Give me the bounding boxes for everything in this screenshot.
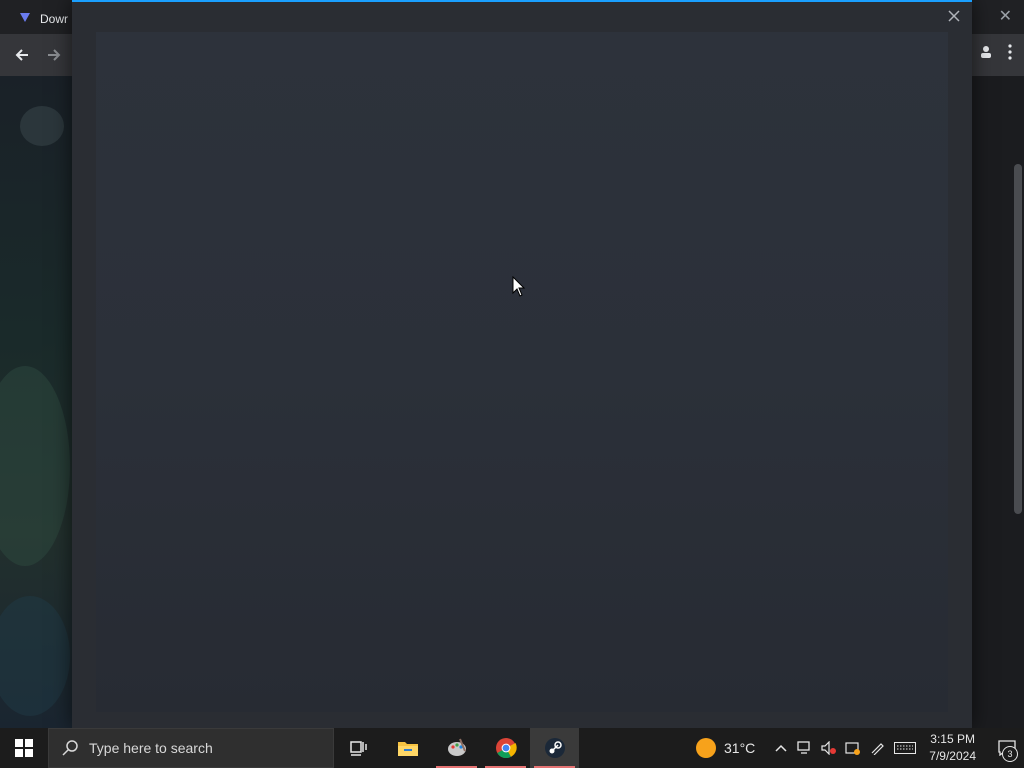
windows-icon [15, 739, 33, 757]
task-view-icon [349, 741, 367, 756]
profile-icon[interactable] [980, 45, 992, 64]
dialog-close-button[interactable] [944, 6, 964, 26]
loading-dialog [72, 0, 972, 728]
system-tray: 31°C 3:15 PM 7/9/2024 3 [696, 728, 1024, 768]
security-alert-icon[interactable] [845, 740, 861, 756]
tray-icons [773, 740, 917, 756]
mouse-cursor-icon [512, 275, 526, 303]
taskbar-search-box[interactable]: Type here to search [48, 728, 334, 768]
back-button[interactable] [10, 43, 34, 67]
keyboard-icon[interactable] [893, 740, 917, 756]
steam-button[interactable] [530, 728, 579, 768]
notification-count: 3 [1002, 746, 1018, 762]
arrow-left-icon [15, 49, 28, 61]
notification-center-button[interactable]: 3 [990, 728, 1024, 768]
pen-icon[interactable] [869, 740, 885, 756]
folder-icon [397, 742, 418, 756]
menu-kebab-icon[interactable] [1008, 44, 1012, 65]
chrome-icon [495, 738, 517, 759]
clock-date: 7/9/2024 [929, 749, 976, 763]
steam-deck-icon [18, 10, 32, 29]
steam-icon [544, 738, 565, 758]
paint-app-button[interactable] [432, 728, 481, 768]
palette-icon [447, 738, 466, 756]
weather-temperature: 31°C [724, 740, 756, 756]
dialog-content-area [96, 32, 948, 712]
search-placeholder: Type here to search [89, 740, 213, 756]
weather-widget[interactable]: 31°C [696, 738, 755, 758]
page-scrollbar[interactable] [1014, 164, 1022, 514]
start-button[interactable] [0, 728, 48, 768]
network-icon[interactable] [797, 740, 813, 756]
volume-muted-icon[interactable] [821, 740, 837, 756]
taskbar-clock[interactable]: 3:15 PM 7/9/2024 [929, 731, 976, 765]
window-close-icon[interactable]: ✕ [999, 6, 1012, 26]
sun-icon [696, 738, 716, 758]
arrow-right-icon [48, 49, 61, 61]
dialog-accent-bar [72, 0, 972, 2]
chrome-button[interactable] [481, 728, 530, 768]
tab-title: Dowr [40, 12, 69, 26]
search-icon [62, 740, 78, 756]
forward-button[interactable] [42, 43, 66, 67]
close-icon [948, 10, 960, 22]
clock-time: 3:15 PM [930, 732, 975, 746]
taskbar: Type here to search 31°C 3:15 PM 7/9/202… [0, 728, 1024, 768]
chevron-up-icon[interactable] [773, 740, 789, 756]
file-explorer-button[interactable] [383, 728, 432, 768]
background-artwork [0, 76, 74, 728]
task-view-button[interactable] [334, 728, 383, 768]
